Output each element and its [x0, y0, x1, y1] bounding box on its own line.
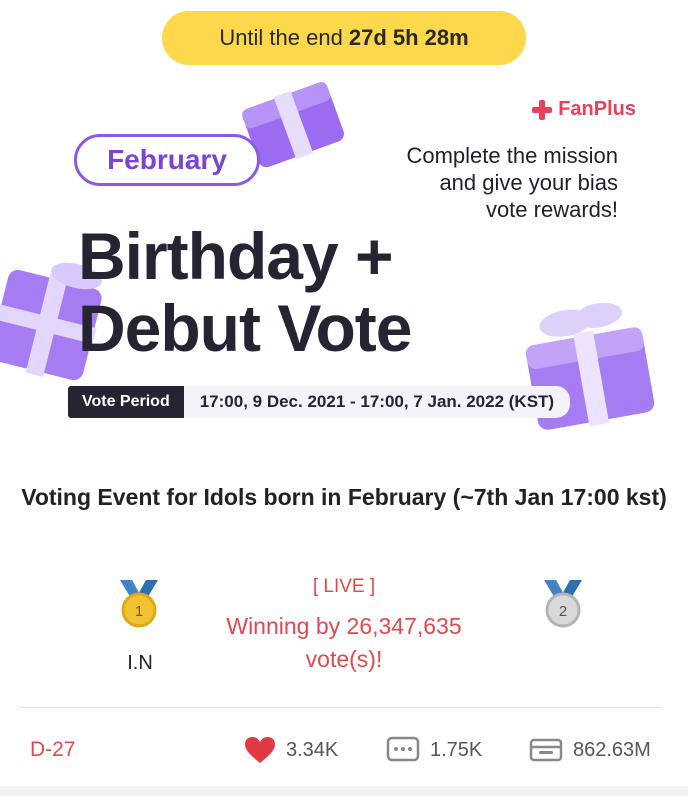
event-title: Voting Event for Idols born in February … — [21, 484, 667, 510]
mission-text: Complete the mission and give your bias … — [318, 142, 618, 223]
comments-count: 1.75K — [430, 738, 483, 761]
medal-silver-icon: 2 — [544, 580, 582, 628]
live-label: [ LIVE ] — [312, 576, 376, 597]
countdown-prefix: Until the end — [219, 25, 343, 50]
headline-line: Debut Vote — [78, 291, 412, 365]
mission-line: and give your bias — [439, 170, 618, 195]
rewards-count: 862.63M — [573, 738, 651, 761]
event-banner[interactable]: FanPlus February Complete the mission an… — [0, 70, 688, 452]
heart-icon — [245, 737, 275, 763]
vote-period-label: Vote Period — [68, 386, 184, 418]
month-badge: February — [74, 134, 260, 186]
headline-line: Birthday + — [78, 219, 394, 293]
banner-headline: Birthday + Debut Vote — [78, 219, 412, 365]
vote-period: Vote Period 17:00, 9 Dec. 2021 - 17:00, … — [68, 386, 571, 418]
divider — [20, 707, 662, 708]
dday-label: D-27 — [30, 738, 76, 761]
countdown-pill: Until the end 27d 5h 28m — [162, 11, 526, 65]
comments-button[interactable]: 1.75K — [386, 736, 482, 764]
gift-box-icon — [525, 302, 655, 430]
vote-period-dates: 17:00, 9 Dec. 2021 - 17:00, 7 Jan. 2022 … — [183, 386, 571, 418]
mission-line: Complete the mission — [406, 143, 618, 168]
comment-icon — [386, 736, 420, 762]
stats-bar: D-27 3.34K 1.75K 862.63M — [0, 722, 688, 778]
fanplus-logo: FanPlus — [532, 98, 636, 121]
likes-count: 3.34K — [286, 738, 339, 761]
medal-silver-rank: 2 — [559, 603, 567, 620]
rewards-button[interactable]: 862.63M — [529, 736, 651, 764]
first-place-name[interactable]: I.N — [110, 652, 170, 675]
wallet-icon — [529, 738, 563, 762]
fanplus-brand: FanPlus — [558, 98, 636, 120]
fanplus-logo-icon — [532, 99, 553, 120]
likes-button[interactable]: 3.34K — [244, 736, 338, 764]
live-status: [ LIVE ] Winning by 26,347,635 vote(s)! — [194, 574, 494, 676]
medal-gold-rank: 1 — [135, 603, 143, 620]
countdown-remaining: 27d 5h 28m — [348, 25, 469, 50]
bottom-separator — [0, 786, 688, 796]
winning-margin: Winning by 26,347,635 vote(s)! — [226, 613, 462, 672]
medal-gold-icon: 1 — [120, 580, 158, 628]
